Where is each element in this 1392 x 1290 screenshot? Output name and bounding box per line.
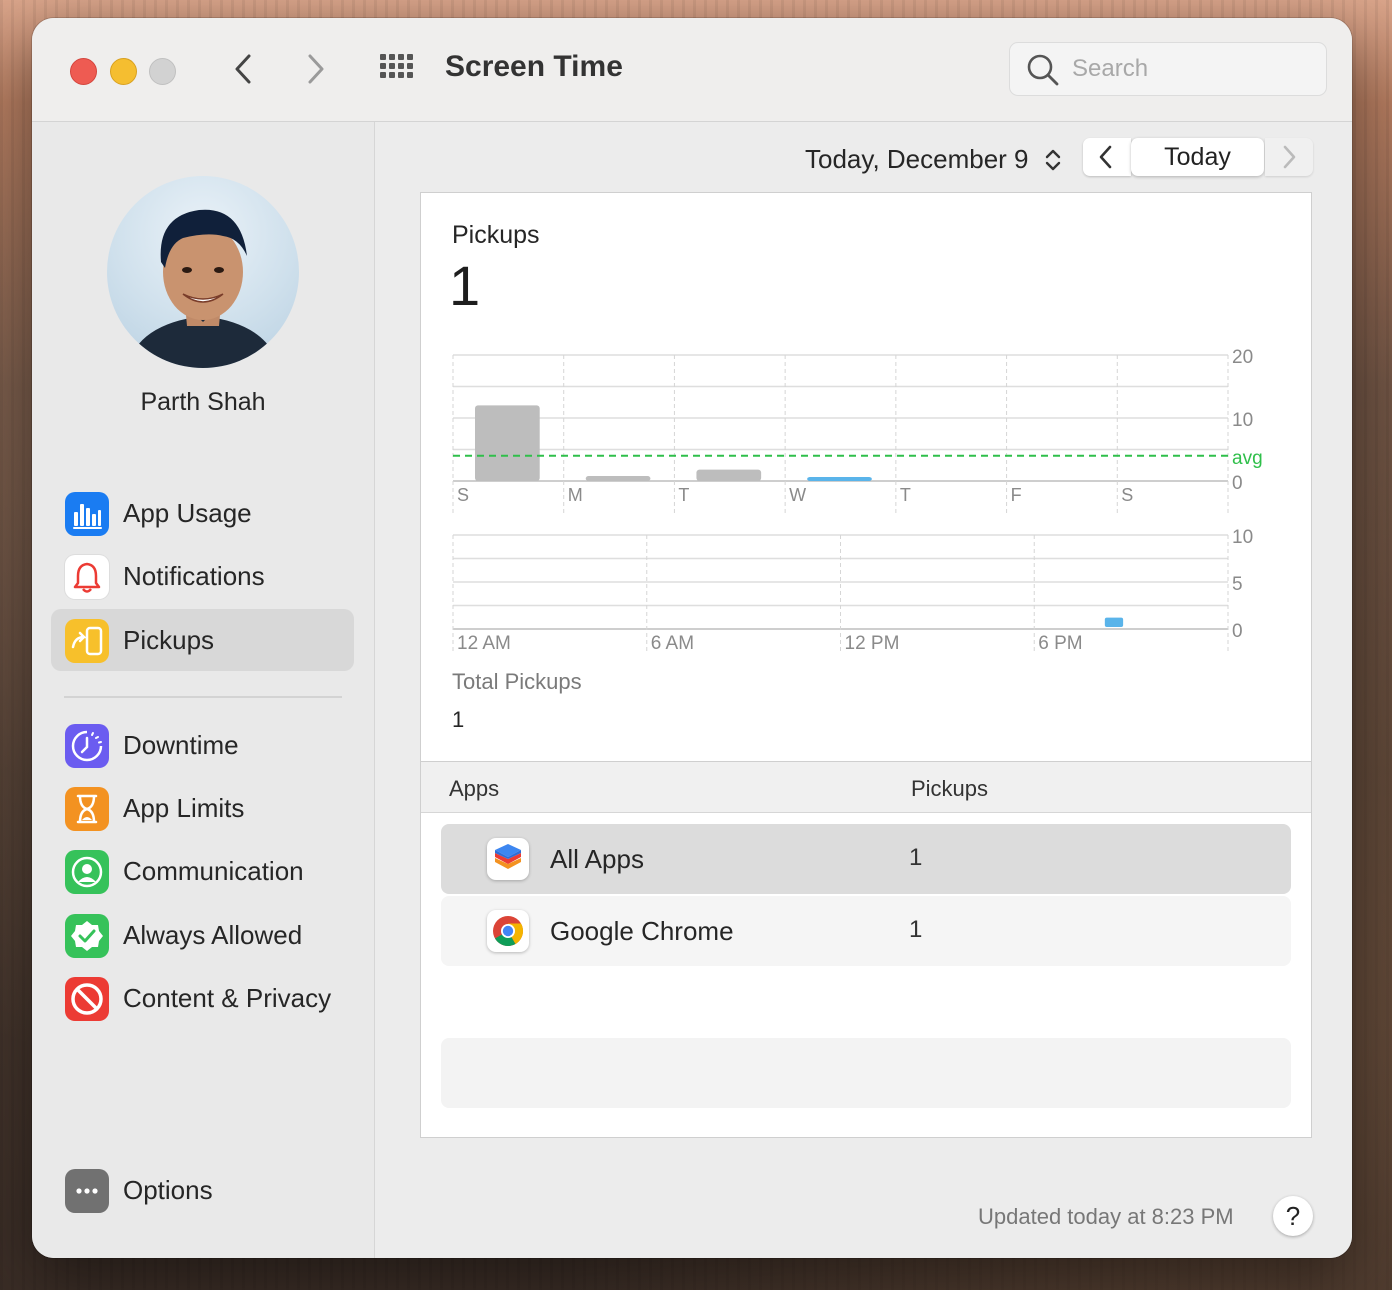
hourglass-icon bbox=[65, 787, 109, 831]
day-label: F bbox=[1011, 485, 1022, 505]
sidebar-item-app-usage[interactable]: App Usage bbox=[51, 482, 354, 544]
pickups-count: 1 bbox=[449, 254, 481, 317]
main-content: Today, December 9 Today Pickups 1 S M T W T F… bbox=[375, 122, 1352, 1258]
minimize-button[interactable] bbox=[110, 58, 137, 85]
chevron-right-icon bbox=[308, 54, 324, 84]
panel-title: Pickups bbox=[452, 221, 540, 249]
search-field[interactable] bbox=[1009, 42, 1327, 96]
week-bar bbox=[696, 469, 762, 481]
time-label: 6 AM bbox=[651, 633, 694, 654]
week-bar bbox=[585, 475, 651, 481]
sidebar-item-label: Notifications bbox=[123, 561, 265, 591]
sidebar-divider bbox=[64, 696, 342, 698]
total-pickups-label: Total Pickups bbox=[452, 669, 582, 694]
close-button[interactable] bbox=[70, 58, 97, 85]
date-selector[interactable]: Today, December 9 bbox=[805, 144, 1029, 175]
day-label: T bbox=[900, 485, 911, 505]
ellipsis-icon bbox=[65, 1169, 109, 1213]
total-pickups-value: 1 bbox=[452, 707, 465, 732]
time-label: 12 AM bbox=[457, 633, 511, 654]
app-name: All Apps bbox=[550, 844, 644, 874]
empty-row bbox=[441, 1038, 1291, 1108]
table-header: Apps Pickups bbox=[421, 761, 1311, 813]
no-entry-icon bbox=[65, 977, 109, 1021]
day-label: S bbox=[457, 485, 469, 505]
user-avatar bbox=[107, 176, 299, 368]
search-icon bbox=[1027, 54, 1059, 86]
day-label: T bbox=[678, 485, 689, 505]
app-pickups: 1 bbox=[909, 916, 923, 943]
help-button[interactable]: ? bbox=[1273, 1196, 1313, 1236]
bell-icon bbox=[65, 555, 109, 599]
stacked-layers-icon bbox=[487, 838, 529, 880]
next-day-button[interactable] bbox=[1265, 138, 1313, 176]
previous-day-button[interactable] bbox=[1083, 138, 1131, 176]
chrome-icon bbox=[487, 910, 529, 952]
today-button[interactable]: Today bbox=[1131, 138, 1264, 176]
sidebar-item-label: Communication bbox=[123, 856, 304, 886]
y-tick-label: 0 bbox=[1232, 473, 1243, 494]
pickups-chart: S M T W T F Savg 20 10 0 12 AM 6 AM 12 PM 6 PM 10 5 0 bbox=[452, 347, 1263, 654]
sidebar-item-pickups[interactable]: Pickups bbox=[51, 609, 354, 671]
sidebar-item-label: Pickups bbox=[123, 625, 215, 655]
sidebar-item-label: Content & Privacy bbox=[123, 983, 332, 1013]
chevron-left-icon bbox=[1099, 145, 1112, 169]
y-tick-label: 10 bbox=[1232, 410, 1253, 431]
checkmark-badge-icon bbox=[65, 914, 109, 958]
column-header-pickups[interactable]: Pickups bbox=[911, 776, 988, 802]
forward-button[interactable] bbox=[298, 52, 332, 86]
user-name: Parth Shah bbox=[140, 388, 266, 416]
sidebar-item-app-limits[interactable]: App Limits bbox=[51, 777, 354, 839]
chevron-updown-icon[interactable] bbox=[1043, 146, 1063, 174]
sidebar-item-label: App Usage bbox=[123, 498, 252, 528]
screen-time-window: Screen Time Parth Shah bbox=[32, 18, 1352, 1258]
bar-chart-icon bbox=[65, 492, 109, 536]
table-row[interactable]: Google Chrome 1 bbox=[441, 896, 1291, 966]
time-label: 12 PM bbox=[845, 633, 900, 654]
sidebar-item-label: Downtime bbox=[123, 730, 239, 760]
sidebar-item-notifications[interactable]: Notifications bbox=[51, 545, 354, 607]
week-bar bbox=[475, 405, 540, 481]
day-label: W bbox=[789, 485, 806, 505]
column-header-apps[interactable]: Apps bbox=[449, 776, 499, 802]
zoom-button[interactable] bbox=[149, 58, 176, 85]
sidebar-item-label: Options bbox=[123, 1175, 213, 1205]
day-label: S bbox=[1121, 485, 1133, 505]
search-input[interactable] bbox=[1070, 53, 1314, 85]
app-name: Google Chrome bbox=[550, 916, 734, 946]
average-label: avg bbox=[1232, 448, 1263, 469]
chevron-left-icon bbox=[235, 54, 251, 84]
sidebar: Parth Shah App Usage Notifications Picku… bbox=[32, 122, 375, 1258]
table-row[interactable]: All Apps 1 bbox=[441, 824, 1291, 894]
y-tick-label: 0 bbox=[1232, 621, 1243, 642]
updated-timestamp: Updated today at 8:23 PM bbox=[978, 1204, 1234, 1229]
app-pickups: 1 bbox=[909, 844, 923, 871]
pickup-phone-icon bbox=[65, 619, 109, 663]
sidebar-item-communication[interactable]: Communication bbox=[51, 840, 354, 902]
week-bar bbox=[807, 477, 872, 481]
back-button[interactable] bbox=[228, 52, 262, 86]
sidebar-item-downtime[interactable]: Downtime bbox=[51, 714, 354, 776]
person-circle-icon bbox=[65, 850, 109, 894]
y-tick-label: 5 bbox=[1232, 574, 1243, 595]
show-all-grid-icon[interactable] bbox=[380, 54, 416, 84]
downtime-clock-icon bbox=[65, 724, 109, 768]
sidebar-item-always-allowed[interactable]: Always Allowed bbox=[51, 904, 354, 966]
y-tick-label: 10 bbox=[1232, 527, 1253, 548]
chevron-right-icon bbox=[1283, 145, 1296, 169]
window-title: Screen Time bbox=[445, 50, 623, 83]
sidebar-item-options[interactable]: Options bbox=[51, 1159, 354, 1221]
sidebar-item-label: Always Allowed bbox=[123, 920, 303, 950]
time-label: 6 PM bbox=[1038, 633, 1082, 654]
sidebar-item-label: App Limits bbox=[123, 793, 245, 823]
hour-bar bbox=[1104, 617, 1124, 627]
titlebar: Screen Time bbox=[32, 18, 1352, 122]
sidebar-item-content-privacy[interactable]: Content & Privacy bbox=[51, 967, 354, 1029]
pickups-panel: Pickups 1 S M T W T F Savg 20 10 0 12 AM 6 AM 12 PM 6… bbox=[420, 192, 1312, 1138]
day-label: M bbox=[568, 485, 583, 505]
y-tick-label: 20 bbox=[1232, 347, 1253, 368]
